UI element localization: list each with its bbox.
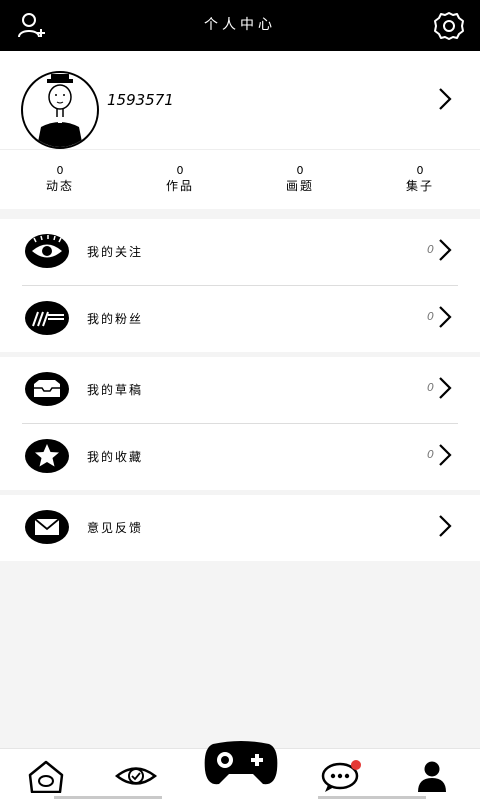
top-bar: 个人中心 <box>0 0 480 51</box>
star-icon <box>25 439 69 473</box>
fans-icon <box>25 301 69 335</box>
eye-icon <box>114 767 158 785</box>
profile-card[interactable]: 1593571 <box>0 51 480 149</box>
menu-item-drafts[interactable]: 我的草稿 0 <box>0 357 480 423</box>
chevron-right-icon <box>439 515 452 537</box>
menu-item-label: 我的收藏 <box>87 450 144 464</box>
menu-item-label: 我的草稿 <box>87 383 144 397</box>
chevron-right-icon <box>439 239 452 261</box>
menu-item-count: 0 <box>427 448 434 461</box>
stat-label: 作品 <box>165 179 194 193</box>
chevron-right-icon <box>439 377 452 399</box>
menu-item-label: 我的关注 <box>87 245 144 259</box>
home-icon <box>28 760 64 794</box>
menu-item-favorites[interactable]: 我的收藏 0 <box>0 424 480 490</box>
indicator-segment <box>318 796 426 799</box>
menu-item-label: 意见反馈 <box>87 521 144 535</box>
indicator-segment <box>54 796 162 799</box>
menu-group-social: 我的关注 0 我的粉丝 0 <box>0 219 480 352</box>
avatar-man-with-hat <box>37 74 83 147</box>
menu-item-follow[interactable]: 我的关注 0 <box>0 219 480 285</box>
stat-value: 0 <box>56 164 64 177</box>
page-title: 个人中心 <box>204 17 276 33</box>
person-icon <box>418 761 446 792</box>
stat-posts[interactable]: 0 动态 <box>20 164 100 194</box>
menu-item-count: 0 <box>427 243 434 256</box>
stat-value: 0 <box>176 164 184 177</box>
tab-profile[interactable] <box>410 759 454 793</box>
home-indicator-bar <box>0 796 480 800</box>
chat-bubble-icon <box>321 760 361 792</box>
menu-group-feedback: 意见反馈 <box>0 495 480 561</box>
stat-works[interactable]: 0 作品 <box>140 164 220 194</box>
stat-label: 集子 <box>405 179 434 193</box>
chevron-right-icon <box>439 444 452 466</box>
tab-messages[interactable] <box>320 759 364 793</box>
gamepad-icon <box>204 741 278 785</box>
settings-button[interactable] <box>432 9 466 43</box>
tab-home[interactable] <box>24 759 68 794</box>
gear-icon <box>434 12 464 40</box>
menu-group-content: 我的草稿 0 我的收藏 0 <box>0 357 480 490</box>
menu-item-count: 0 <box>427 310 434 323</box>
menu-item-fans[interactable]: 我的粉丝 0 <box>0 286 480 352</box>
stat-label: 画题 <box>285 179 314 193</box>
tab-game[interactable] <box>203 738 279 788</box>
envelope-icon <box>25 510 69 544</box>
menu-item-label: 我的粉丝 <box>87 312 144 326</box>
menu-item-count: 0 <box>427 381 434 394</box>
stat-topics[interactable]: 0 画题 <box>260 164 340 194</box>
tab-discover[interactable] <box>114 759 158 793</box>
eye-icon <box>25 234 69 268</box>
username: 1593571 <box>107 91 174 109</box>
chevron-right-icon <box>439 306 452 328</box>
stats-bar: 0 动态 0 作品 0 画题 0 集子 <box>0 149 480 209</box>
stat-label: 动态 <box>45 179 74 193</box>
inbox-tray-icon <box>25 372 69 406</box>
stat-value: 0 <box>296 164 304 177</box>
stat-value: 0 <box>416 164 424 177</box>
notification-dot <box>351 760 361 770</box>
chevron-right-icon <box>439 88 452 110</box>
menu-item-feedback[interactable]: 意见反馈 <box>0 495 480 561</box>
avatar[interactable] <box>21 71 99 149</box>
stat-collections[interactable]: 0 集子 <box>380 164 460 194</box>
